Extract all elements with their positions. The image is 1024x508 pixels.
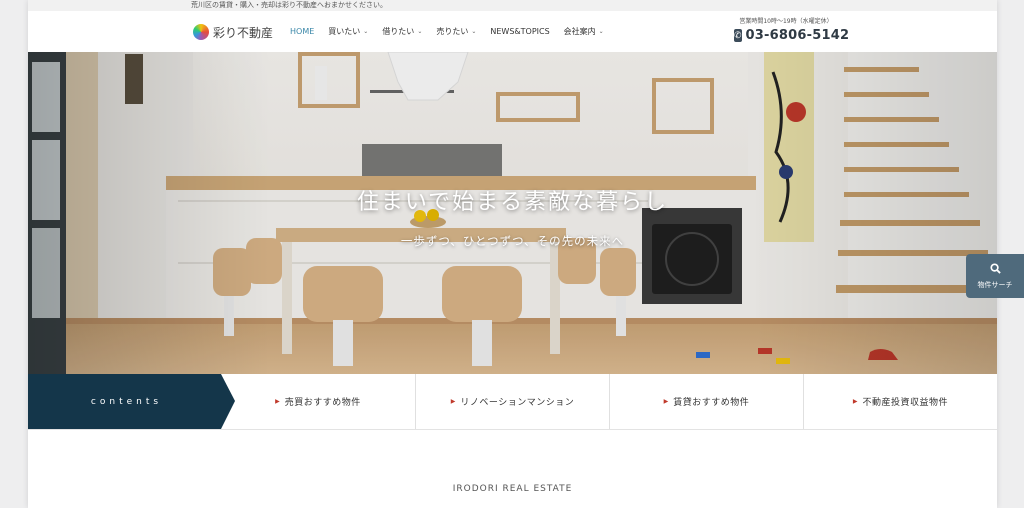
arrow-right-icon: ▶: [450, 398, 456, 405]
chevron-down-icon: ⌄: [471, 28, 477, 35]
chevron-down-icon: ⌄: [417, 28, 423, 35]
phone-icon: ✆: [734, 29, 742, 42]
hero-title: 住まいで始まる素敵な暮らし: [356, 190, 669, 215]
contents-item-sale[interactable]: ▶ 売買おすすめ物件: [221, 374, 415, 429]
nav-item-label: 売りたい: [436, 27, 469, 36]
contents-item-label: 売買おすすめ物件: [284, 398, 361, 408]
chevron-down-icon: ⌄: [363, 28, 369, 35]
contents-item-renovation[interactable]: ▶ リノベーションマンション: [415, 374, 609, 429]
logo-text: 彩り不動産: [213, 25, 274, 40]
nav-item-sell[interactable]: 売りたい ⌄: [436, 26, 476, 37]
site-header: 彩り不動産 HOME 買いたい ⌄ 借りたい ⌄ 売りたい ⌄ NEWS&TOP…: [28, 11, 997, 52]
contents-label-text: contents: [90, 396, 163, 407]
logo-mark-icon: [193, 24, 209, 40]
contents-item-investment[interactable]: ▶ 不動産投資収益物件: [803, 374, 997, 429]
top-notice-bar: 荒川区の賃貸・購入・売却は彩り不動産へおまかせください。: [28, 0, 997, 11]
contents-item-label: リノベーションマンション: [460, 398, 575, 408]
search-icon: [989, 262, 1001, 277]
property-search-label: 物件サーチ: [977, 280, 1013, 289]
nav-item-company[interactable]: 会社案内 ⌄: [564, 26, 604, 37]
chevron-down-icon: ⌄: [598, 28, 604, 35]
nav-item-label: NEWS&TOPICS: [490, 27, 550, 36]
nav-item-rent[interactable]: 借りたい ⌄: [382, 26, 422, 37]
phone-link[interactable]: ✆ 03-6806-5142: [734, 28, 849, 43]
nav-item-label: HOME: [290, 27, 315, 36]
nav-item-label: 会社案内: [563, 27, 596, 36]
arrow-right-icon: ▶: [663, 398, 669, 405]
site-logo[interactable]: 彩り不動産: [193, 23, 273, 41]
section-title: IRODORI REAL ESTATE: [452, 484, 573, 494]
nav-item-label: 借りたい: [382, 27, 415, 36]
contact-block: 営業時間10時～19時（水曜定休） ✆ 03-6806-5142: [734, 18, 849, 43]
contents-item-rental[interactable]: ▶ 賃貸おすすめ物件: [609, 374, 803, 429]
arrow-right-icon: ▶: [275, 398, 280, 405]
property-search-button[interactable]: 物件サーチ: [966, 254, 1024, 298]
contents-label: contents: [28, 374, 235, 429]
top-notice-text: 荒川区の賃貸・購入・売却は彩り不動産へおまかせください。: [191, 1, 387, 9]
main-nav: HOME 買いたい ⌄ 借りたい ⌄ 売りたい ⌄ NEWS&TOPICS 会社…: [290, 26, 618, 37]
page-frame: 荒川区の賃貸・購入・売却は彩り不動産へおまかせください。 彩り不動産 HOME …: [28, 0, 997, 508]
contents-item-label: 不動産投資収益物件: [862, 398, 949, 408]
hero-banner: 住まいで始まる素敵な暮らし 一歩ずつ、ひとつずつ、その先の未来へ: [28, 52, 997, 374]
business-hours: 営業時間10時～19時（水曜定休）: [739, 18, 833, 25]
arrow-right-icon: ▶: [852, 398, 858, 405]
nav-item-home[interactable]: HOME: [290, 27, 314, 36]
contents-item-label: 賃貸おすすめ物件: [673, 398, 750, 408]
nav-item-buy[interactable]: 買いたい ⌄: [328, 26, 368, 37]
phone-number: 03-6806-5142: [745, 28, 850, 43]
contents-bar: contents ▶ 売買おすすめ物件 ▶ リノベーションマンション ▶ 賃貸お…: [28, 374, 997, 430]
nav-item-label: 買いたい: [328, 27, 361, 36]
nav-item-news[interactable]: NEWS&TOPICS: [490, 27, 549, 36]
hero-subtitle: 一歩ずつ、ひとつずつ、その先の未来へ: [400, 234, 625, 248]
